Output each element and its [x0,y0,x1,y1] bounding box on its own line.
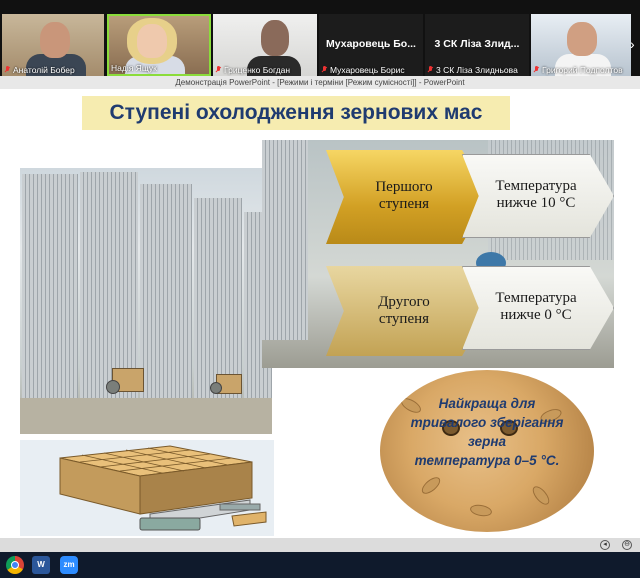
mic-muted-icon [533,66,540,74]
participant-tile[interactable]: Гриценко Богдан [213,14,317,76]
mic-muted-icon [215,66,222,74]
grain-storage-circle: Найкраща для тривалого зберігання зерна … [380,370,594,532]
participant-display-name: 3 СК Ліза Злид... [434,38,520,50]
taskbar: W zm [0,552,640,578]
participant-name: Мухаровець Борис [330,65,405,75]
zoom-meeting-window: Анатолій Бобер Надія Ящук Гриценко Богда… [0,0,640,578]
participant-face [261,20,289,56]
slide-menu-icon[interactable]: ⊖ [622,540,632,550]
mic-muted-icon [4,66,11,74]
presentation-status-bar: ◂ ⊖ [0,538,640,552]
best-storage-line-1: Найкраща для [438,396,536,411]
stage-2-label: Другого ступеня [378,293,430,327]
silo-photo [20,168,272,434]
fan-icon [106,380,120,394]
participant-tile[interactable]: Анатолій Бобер [2,14,104,76]
participant-face [137,24,167,58]
stage-1-temperature: Температура нижче 10 °С [495,177,577,211]
participant-name: Гриценко Богдан [224,65,291,75]
participant-tile[interactable]: Мухаровець Бо... Мухаровець Борис [319,14,423,76]
participant-name: Анатолій Бобер [13,65,75,75]
participant-strip: Анатолій Бобер Надія Ящук Гриценко Богда… [0,0,640,76]
mic-muted-icon [321,66,328,74]
best-storage-line-4: температура 0–5 °С. [414,453,560,468]
participant-face [40,22,70,58]
slide-title: Ступені охолодження зернових мас [82,96,510,130]
participant-name: Надія Ящук [111,63,157,73]
best-storage-line-3: зерна [467,434,507,449]
participant-tile[interactable]: Григорий Подполтов [531,14,631,76]
participant-face [567,22,597,56]
fan-icon [210,382,222,394]
participant-name: 3 СК Ліза Злидньова [436,65,518,75]
presentation-window-title: Демонстрація PowerPoint - [Режими і терм… [0,76,640,89]
mic-muted-icon [427,66,434,74]
best-storage-line-2: тривалого зберігання [410,415,564,430]
previous-slide-icon[interactable]: ◂ [600,540,610,550]
next-page-arrow-icon[interactable]: › [630,36,640,52]
participant-display-name: Мухаровець Бо... [326,38,416,50]
grain-bin-drawing [59,445,267,531]
zoom-icon[interactable]: zm [60,556,78,574]
participant-tile[interactable]: Надія Ящук [107,14,211,76]
participant-name: Григорий Подполтов [542,65,623,75]
chrome-icon[interactable] [6,556,24,574]
participant-tile[interactable]: 3 СК Ліза Злид... 3 СК Ліза Злидньова [425,14,529,76]
stage-1-label: Першого ступеня [375,178,433,212]
storage-bin-illustration [20,440,274,536]
stage-2-temperature: Температура нижче 0 °С [495,289,577,323]
word-icon[interactable]: W [32,556,50,574]
